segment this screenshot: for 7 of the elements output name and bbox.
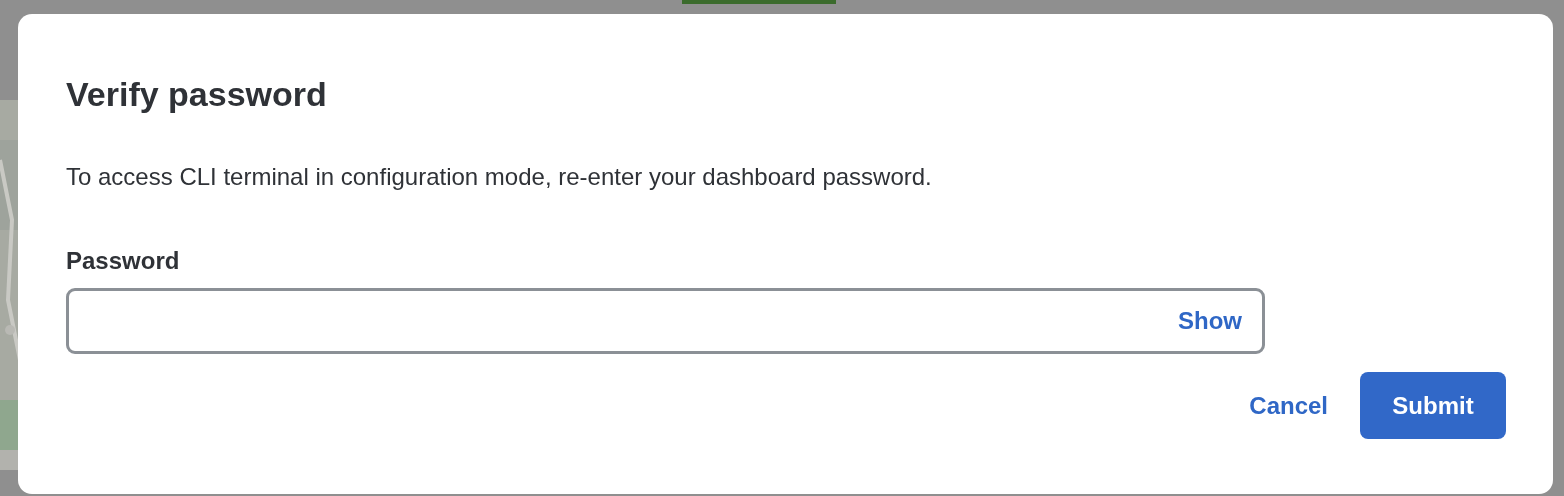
dialog-title: Verify password [66,76,328,114]
dialog-description: To access CLI terminal in configuration mode, re-enter your dashboard password. [66,163,933,193]
field-label: Password [66,247,181,276]
show-password-button[interactable]: Show [1178,307,1242,336]
cancel-button[interactable]: Cancel [1249,372,1328,440]
submit-button[interactable]: Submit [1360,372,1506,440]
password-field[interactable]: Show [66,288,1265,355]
